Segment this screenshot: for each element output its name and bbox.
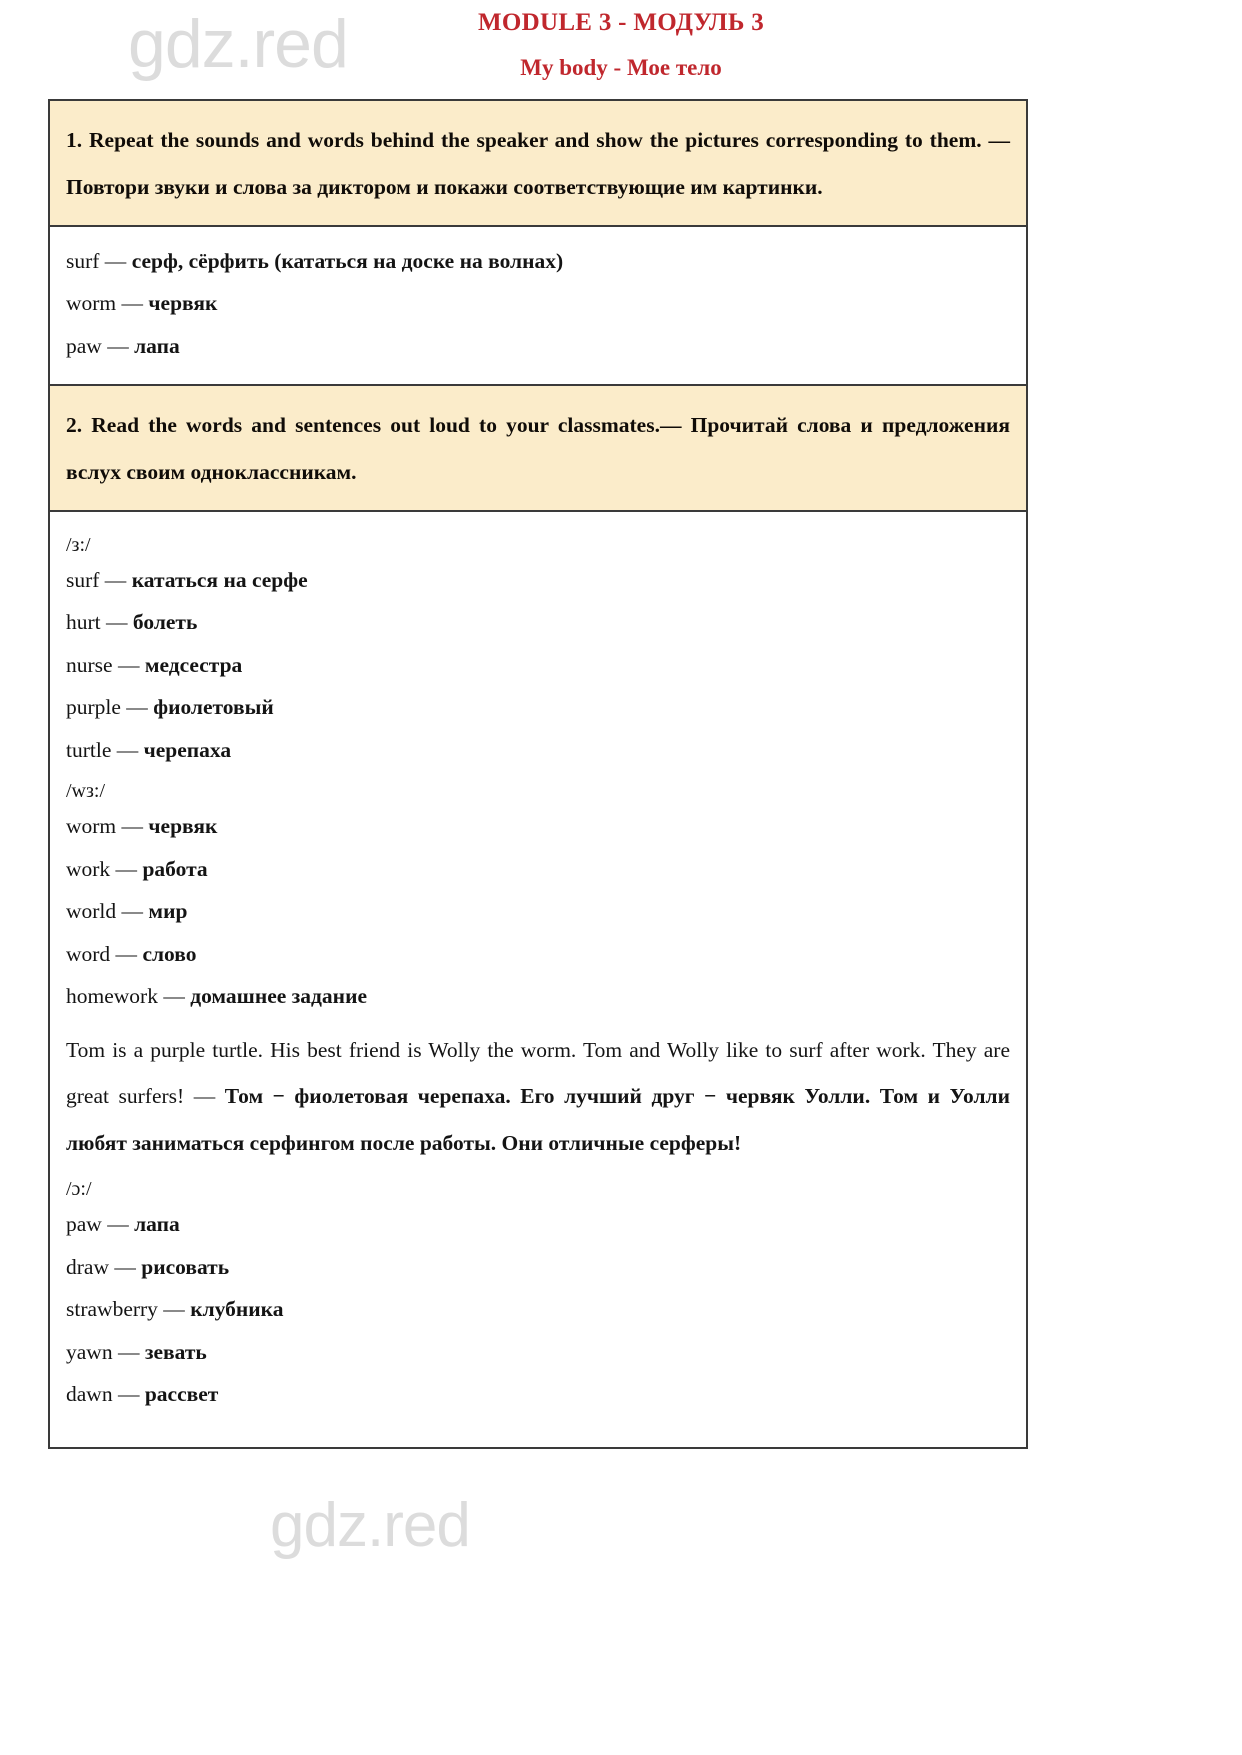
vocab-russian: работа — [142, 856, 208, 881]
vocab-russian: зевать — [144, 1339, 207, 1364]
vocab-english: paw — — [66, 333, 135, 358]
vocab-line: world — мир — [66, 891, 1010, 934]
vocab-line: worm — червяк — [66, 806, 1010, 849]
vocab-line: dawn — рассвет — [66, 1374, 1010, 1417]
vocab-english: draw — — [66, 1254, 142, 1279]
vocab-russian: домашнее задание — [190, 984, 368, 1009]
reading-paragraph: Tom is a purple turtle. His best friend … — [66, 1019, 1010, 1170]
vocab-russian: черепаха — [143, 737, 232, 762]
vocab-russian: лапа — [134, 333, 180, 358]
vocab-english: strawberry — — [66, 1297, 191, 1322]
vocab-english: surf — — [66, 567, 132, 592]
vocab-english: work — — [66, 856, 143, 881]
vocab-line: hurt — болеть — [66, 602, 1010, 645]
vocab-english: dawn — — [66, 1382, 145, 1407]
exercise-sheet: 1. Repeat the sounds and words behind th… — [48, 99, 1028, 1449]
vocab-english: hurt — — [66, 610, 133, 635]
phoneme-label: /ɔ:/ — [66, 1178, 92, 1201]
vocab-english: nurse — — [66, 652, 145, 677]
vocab-english: yawn — — [66, 1339, 145, 1364]
vocab-line: word — слово — [66, 934, 1010, 977]
vocab-english: homework — — [66, 984, 191, 1009]
page-header: MODULE 3 - МОДУЛЬ 3 My body - Мое тело — [0, 0, 1242, 80]
vocab-russian: кататься на серфе — [131, 567, 308, 592]
vocab-english: turtle — — [66, 737, 144, 762]
vocab-line: turtle — черепаха — [66, 730, 1010, 773]
unit-title: My body - Мое тело — [520, 54, 722, 80]
vocab-english: surf — — [66, 248, 132, 273]
vocab-english: word — — [66, 941, 143, 966]
vocab-russian: слово — [142, 941, 197, 966]
vocab-english: world — — [66, 899, 149, 924]
phoneme-label: /wз:/ — [66, 780, 106, 803]
vocab-russian: червяк — [148, 291, 218, 316]
vocab-english: paw — — [66, 1212, 135, 1237]
vocab-english: purple — — [66, 695, 154, 720]
vocab-english: worm — — [66, 291, 149, 316]
module-title: MODULE 3 - МОДУЛЬ 3 — [477, 9, 765, 36]
vocab-russian: болеть — [132, 610, 198, 635]
vocab-line: worm — червяк — [66, 283, 1010, 326]
vocab-line: paw — лапа — [66, 326, 1010, 369]
vocab-russian: клубника — [190, 1297, 284, 1322]
vocab-line: nurse — медсестра — [66, 645, 1010, 688]
vocab-line: paw — лапа — [66, 1204, 1010, 1247]
task-2-answer-box: /з:/ surf — кататься на серфе hurt — бол… — [50, 511, 1026, 1447]
vocab-russian: рисовать — [141, 1254, 230, 1279]
vocab-line: yawn — зевать — [66, 1332, 1010, 1375]
task-2-instruction-text: 2. Read the words and sentences out loud… — [66, 413, 1010, 485]
vocab-english: worm — — [66, 814, 149, 839]
vocab-line: draw — рисовать — [66, 1247, 1010, 1290]
task-2-instruction-box: 2. Read the words and sentences out loud… — [50, 386, 1026, 512]
vocab-russian: серф, сёрфить (кататься на доске на волн… — [131, 248, 564, 273]
vocab-line: surf — серф, сёрфить (кататься на доске … — [66, 241, 1010, 284]
phoneme-label: /з:/ — [66, 533, 91, 556]
vocab-line: work — работа — [66, 849, 1010, 892]
task-1-answer-box: surf — серф, сёрфить (кататься на доске … — [50, 226, 1026, 387]
vocab-line: surf — кататься на серфе — [66, 560, 1010, 603]
vocab-line: strawberry — клубника — [66, 1289, 1010, 1332]
vocab-line: homework — домашнее задание — [66, 976, 1010, 1019]
task-1-instruction-text: 1. Repeat the sounds and words behind th… — [66, 128, 1010, 199]
vocab-russian: лапа — [134, 1212, 180, 1237]
vocab-line: purple — фиолетовый — [66, 687, 1010, 730]
task-1-instruction-box: 1. Repeat the sounds and words behind th… — [50, 101, 1026, 227]
watermark-gdz-red: gdz.red — [270, 1491, 471, 1560]
vocab-russian: червяк — [148, 814, 218, 839]
vocab-russian: медсестра — [144, 652, 243, 677]
vocab-russian: фиолетовый — [153, 695, 274, 720]
vocab-russian: рассвет — [144, 1382, 219, 1407]
vocab-russian: мир — [148, 899, 188, 924]
